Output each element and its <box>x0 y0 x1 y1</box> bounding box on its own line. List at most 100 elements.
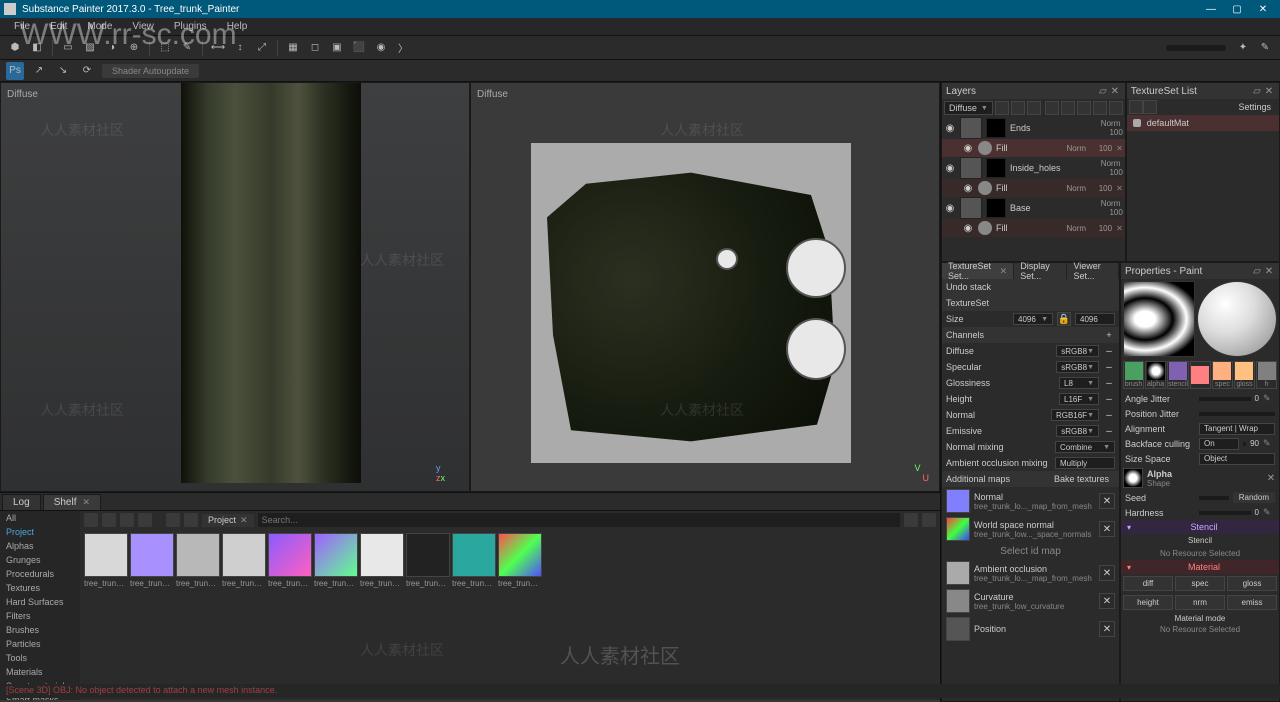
mat-diff-button[interactable]: diff <box>1123 576 1173 591</box>
layer-row-2[interactable]: ◉ Inside_holes Norm100 <box>942 157 1125 179</box>
map-thumb[interactable] <box>946 489 970 513</box>
shelf-cat-brushes[interactable]: Brushes <box>0 623 80 637</box>
shelf-cat-all[interactable]: All <box>0 511 80 525</box>
shelf-item-3[interactable]: tree_trunk_l... <box>222 533 266 588</box>
tsl-solo-icon[interactable] <box>1129 100 1143 114</box>
tool-cube-icon[interactable]: ⬛ <box>350 39 368 57</box>
tsl-close-icon[interactable]: ✕ <box>1263 85 1275 97</box>
tab-shelf[interactable]: Shelf✕ <box>43 494 101 510</box>
ts-size-lock-icon[interactable]: 🔒 <box>1057 312 1071 326</box>
layer-thumb[interactable] <box>960 117 982 139</box>
layer-thumb[interactable] <box>960 197 982 219</box>
shelf-item-0[interactable]: tree_trunk_l... <box>84 533 128 588</box>
layers-close-icon[interactable]: ✕ <box>1109 85 1121 97</box>
channel-remove-icon[interactable]: – <box>1103 409 1115 421</box>
tool-symm-y-icon[interactable]: ↕ <box>231 39 249 57</box>
sizespace-dropdown[interactable]: Object <box>1199 453 1275 465</box>
tool-view-icon[interactable]: ▦ <box>284 39 302 57</box>
tool-settings-icon[interactable]: ✎ <box>1256 39 1274 57</box>
shelf-cat-particles[interactable]: Particles <box>0 637 80 651</box>
menu-help[interactable]: Help <box>219 19 256 34</box>
map-remove-icon[interactable]: ✕ <box>1099 621 1115 637</box>
ts-bake-button[interactable]: Bake textures <box>1048 473 1115 485</box>
tool-picker-icon[interactable]: ✎ <box>178 39 196 57</box>
shelf-cat-alphas[interactable]: Alphas <box>0 539 80 553</box>
channel-remove-icon[interactable]: – <box>1103 361 1115 373</box>
shelf-item-4[interactable]: tree_trunk_l... <box>268 533 312 588</box>
shelf-cat-materials[interactable]: Materials <box>0 665 80 679</box>
layers-undock-icon[interactable]: ▱ <box>1097 85 1109 97</box>
layers-addfill-icon[interactable] <box>1045 101 1059 115</box>
channel-remove-icon[interactable]: – <box>1103 345 1115 357</box>
ts-size2-dropdown[interactable]: 4096 <box>1075 313 1115 325</box>
tool-eraser-icon[interactable]: ◧ <box>28 39 46 57</box>
shelf-nav-fwd-icon[interactable] <box>184 513 198 527</box>
backface-angle-slider[interactable] <box>1243 442 1246 446</box>
shelf-item-6[interactable]: tree_trunk_l... <box>360 533 404 588</box>
minimize-button[interactable]: — <box>1198 0 1224 18</box>
map-remove-icon[interactable]: ✕ <box>1099 493 1115 509</box>
fill-visibility-icon[interactable]: ◉ <box>962 142 974 154</box>
viewport-2d[interactable]: Diffuse VU <box>470 82 940 492</box>
seed-slider[interactable] <box>1199 496 1229 500</box>
shelf-item-2[interactable]: tree_trunk_l... <box>176 533 220 588</box>
ts-normalmix-dropdown[interactable]: Combine▼ <box>1055 441 1115 453</box>
tsl-settings-button[interactable]: Settings <box>1232 101 1277 113</box>
brush-mode-h[interactable]: h <box>1256 361 1277 389</box>
shelf-sort-icon[interactable] <box>102 513 116 527</box>
brush-mode-alpha[interactable]: alpha <box>1145 361 1166 389</box>
shelf-item-5[interactable]: tree_trunk_l... <box>314 533 358 588</box>
map-thumb[interactable] <box>946 617 970 641</box>
angle-jitter-slider[interactable] <box>1199 397 1251 401</box>
layer-row-4[interactable]: ◉ Base Norm100 <box>942 197 1125 219</box>
tsl-visibility-icon[interactable] <box>1133 119 1141 127</box>
tool-box-icon[interactable]: ◻ <box>306 39 324 57</box>
tool-select-icon[interactable]: ⬚ <box>156 39 174 57</box>
ps-export-icon[interactable]: Ps <box>6 62 24 80</box>
angle-jitter-edit-icon[interactable]: ✎ <box>1263 393 1275 405</box>
stencil-section-header[interactable]: ▾Stencil <box>1121 520 1279 534</box>
layer-visibility-icon[interactable]: ◉ <box>944 202 956 214</box>
shelf-search-input[interactable] <box>258 513 900 527</box>
channel-format-dropdown[interactable]: sRGB8▼ <box>1056 425 1099 437</box>
mat-spec-button[interactable]: spec <box>1175 576 1225 591</box>
material-section-header[interactable]: ▾Material <box>1121 560 1279 574</box>
map-remove-icon[interactable]: ✕ <box>1099 593 1115 609</box>
brush-mode-swatch-3[interactable] <box>1190 361 1211 389</box>
alpha-thumb[interactable] <box>1123 468 1143 488</box>
tool-camera-icon[interactable]: ▣ <box>328 39 346 57</box>
layer-thumb[interactable] <box>960 157 982 179</box>
fill-remove-icon[interactable]: ✕ <box>1116 224 1123 233</box>
shelf-cat-filters[interactable]: Filters <box>0 609 80 623</box>
mat-nrm-button[interactable]: nrm <box>1175 595 1225 610</box>
layer-row-0[interactable]: ◉ Ends Norm100 <box>942 117 1125 139</box>
map-remove-icon[interactable]: ✕ <box>1099 521 1115 537</box>
shelf-cat-tools[interactable]: Tools <box>0 651 80 665</box>
shelf-item-1[interactable]: tree_trunk_l... <box>130 533 174 588</box>
shelf-cat-project[interactable]: Project <box>0 525 80 539</box>
backface-edit-icon[interactable]: ✎ <box>1263 438 1275 450</box>
position-jitter-slider[interactable] <box>1199 412 1275 416</box>
tool-clone-icon[interactable]: ⊕ <box>125 39 143 57</box>
channel-format-dropdown[interactable]: L16F▼ <box>1059 393 1099 405</box>
tool-render-icon[interactable]: ✦ <box>1234 39 1252 57</box>
shelf-item-9[interactable]: tree_trunk_l... <box>498 533 542 588</box>
properties-undock-icon[interactable]: ▱ <box>1251 265 1263 277</box>
mat-gloss-button[interactable]: gloss <box>1227 576 1277 591</box>
tool-smudge-icon[interactable]: ◑ <box>103 39 121 57</box>
shelf-item-7[interactable]: tree_trunk_l... <box>406 533 450 588</box>
shelf-grid-icon[interactable] <box>904 513 918 527</box>
tsl-item-defaultmat[interactable]: defaultMat <box>1127 115 1279 131</box>
backface-toggle[interactable]: On <box>1199 438 1239 450</box>
menu-mode[interactable]: Mode <box>79 19 120 34</box>
layer-row-1[interactable]: ◉ Fill Norm 100 ✕ <box>942 139 1125 157</box>
brush-mode-brush[interactable]: brush <box>1123 361 1144 389</box>
ts-channels-add-icon[interactable]: + <box>1103 329 1115 341</box>
sync-icon[interactable]: ⟳ <box>78 62 96 80</box>
random-button[interactable]: Random <box>1233 492 1275 503</box>
layer-mask-thumb[interactable] <box>986 158 1006 178</box>
channel-format-dropdown[interactable]: RGB16F▼ <box>1051 409 1099 421</box>
menu-edit[interactable]: Edit <box>42 19 75 34</box>
brush-mode-stencil[interactable]: stencil <box>1167 361 1189 389</box>
tool-fill-icon[interactable]: ▨ <box>81 39 99 57</box>
